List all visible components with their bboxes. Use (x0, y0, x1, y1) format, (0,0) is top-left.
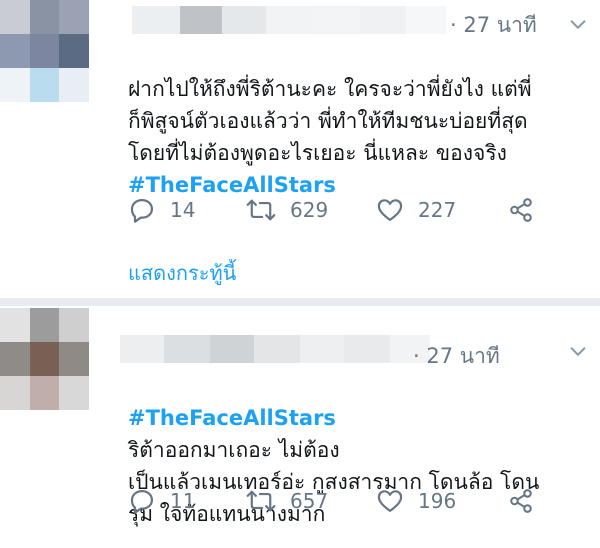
reply-count: 14 (170, 198, 196, 222)
chevron-down-icon[interactable] (567, 14, 589, 36)
author-name[interactable] (132, 6, 446, 34)
tweet-timestamp[interactable]: · 27 นาที (450, 9, 537, 42)
tweet-actions: 11 657 196 (128, 487, 548, 515)
retweet-icon (246, 490, 276, 512)
tweet-body: ฝากไปให้ถึงพี่ริต้านะคะ ใครจะว่าพี่ยังไง… (128, 77, 532, 165)
hashtag-link[interactable]: #TheFaceAllStars (128, 406, 336, 430)
like-count: 227 (418, 198, 457, 222)
reply-icon (130, 198, 154, 223)
share-icon (510, 489, 532, 513)
chevron-down-icon[interactable] (567, 341, 589, 363)
like-button[interactable]: 196 (376, 487, 508, 515)
reply-icon (130, 489, 154, 514)
heart-icon (377, 490, 403, 513)
reply-button[interactable]: 11 (128, 487, 246, 515)
show-thread-link[interactable]: แสดงกระทู้นี้ (128, 257, 236, 289)
reply-button[interactable]: 14 (128, 196, 246, 224)
author-name[interactable] (120, 335, 430, 363)
share-button[interactable] (508, 197, 548, 223)
share-button[interactable] (508, 488, 548, 514)
tweet-separator (0, 298, 600, 306)
like-button[interactable]: 227 (376, 196, 508, 224)
tweet-timestamp[interactable]: · 27 นาที (413, 340, 500, 373)
avatar[interactable] (0, 308, 118, 410)
retweet-count: 629 (290, 198, 329, 222)
retweet-button[interactable]: 629 (246, 196, 376, 224)
avatar[interactable] (0, 0, 118, 102)
retweet-button[interactable]: 657 (246, 487, 376, 515)
tweet-actions: 14 629 227 (128, 196, 548, 224)
share-icon (510, 198, 532, 222)
reply-count: 11 (170, 489, 196, 513)
retweet-icon (246, 199, 276, 221)
retweet-count: 657 (290, 489, 329, 513)
heart-icon (377, 199, 403, 222)
tweet[interactable]: · 27 นาที ฝากไปให้ถึงพี่ริต้านะคะ ใครจะว… (0, 0, 600, 298)
tweet[interactable]: · 27 นาที #TheFaceAllStars ริต้าออกมาเถอ… (0, 306, 600, 548)
like-count: 196 (418, 489, 457, 513)
